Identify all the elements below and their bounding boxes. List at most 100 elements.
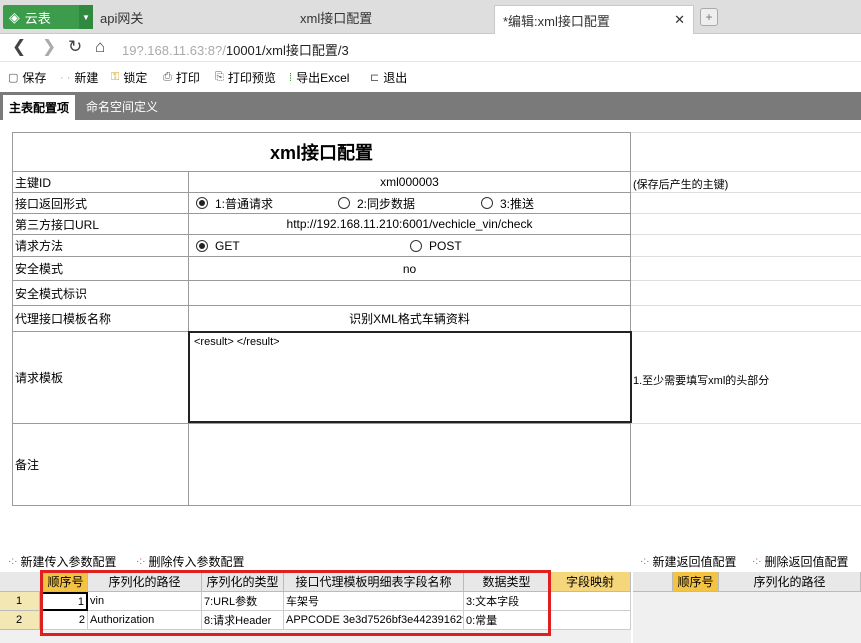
tab-xml-config[interactable]: xml接口配置 bbox=[300, 5, 490, 29]
tab-label: xml接口配置 bbox=[300, 10, 373, 26]
pk-value: xml000003 bbox=[380, 175, 439, 189]
delete-return-value-button[interactable]: ·:· 删除返回值配置 bbox=[752, 553, 848, 570]
new-return-value-button[interactable]: ·:· 新建返回值配置 bbox=[640, 553, 736, 570]
row-method: 请求方法 GET POST bbox=[12, 235, 631, 257]
home-icon[interactable]: ⌂ bbox=[95, 37, 105, 57]
pk-note: (保存后产生的主键) bbox=[633, 179, 729, 191]
safe-id-value[interactable] bbox=[189, 281, 630, 305]
radio-label: 3:推送 bbox=[500, 196, 535, 211]
minus-icon: ·:· bbox=[752, 556, 762, 567]
print-button[interactable]: ⎙ 打印 bbox=[163, 69, 200, 86]
url-label: 第三方接口URL bbox=[13, 214, 189, 234]
radio-normal-request[interactable]: 1:普通请求 bbox=[196, 193, 273, 213]
excel-icon: ⁞ bbox=[289, 71, 293, 84]
tab-edit-xml-config[interactable]: *编辑:xml接口配置 ✕ bbox=[494, 5, 694, 34]
proxy-template-value[interactable]: 识别XML格式车辆资料 bbox=[189, 306, 630, 331]
print-preview-icon: ⎘ bbox=[215, 71, 224, 83]
safe-mode-label: 安全模式 bbox=[13, 257, 189, 280]
row-number[interactable]: 1 bbox=[0, 592, 40, 611]
remark-value[interactable] bbox=[189, 424, 630, 505]
url-path: 10001/xml接口配置/3 bbox=[225, 43, 349, 58]
refresh-icon[interactable]: ↻ bbox=[68, 37, 82, 57]
col-header-field-mapping[interactable]: 字段映射 bbox=[550, 572, 631, 592]
plus-icon: ·:· bbox=[640, 556, 650, 567]
row-number[interactable]: 2 bbox=[0, 611, 40, 630]
remark-label: 备注 bbox=[13, 424, 189, 505]
new-input-param-label: 新建传入参数配置 bbox=[20, 555, 117, 569]
radio-unchecked-icon bbox=[410, 239, 422, 252]
radio-sync-data[interactable]: 2:同步数据 bbox=[338, 193, 415, 213]
row-return-type: 接口返回形式 1:普通请求 2:同步数据 3:推送 bbox=[12, 193, 631, 214]
side-cell bbox=[631, 281, 861, 306]
minus-icon: ·:· bbox=[136, 556, 146, 567]
new-input-param-button[interactable]: ·:· 新建传入参数配置 bbox=[8, 553, 116, 570]
request-template-textarea[interactable]: <result> </result> bbox=[188, 331, 632, 423]
exit-icon: ⊏ bbox=[370, 72, 380, 84]
exit-button[interactable]: ⊏ 退出 bbox=[370, 69, 407, 86]
export-excel-button[interactable]: ⁞ 导出Excel bbox=[289, 69, 349, 86]
back-icon[interactable]: ❮ bbox=[12, 37, 26, 57]
tab-label: *编辑:xml接口配置 bbox=[503, 13, 610, 29]
app-logo-button[interactable]: ◈ 云表 ▼ bbox=[3, 5, 93, 29]
print-label: 打印 bbox=[175, 71, 200, 85]
col-header-order[interactable]: 顺序号 bbox=[673, 572, 719, 592]
print-preview-label: 打印预览 bbox=[227, 71, 276, 85]
pk-label: 主键ID bbox=[13, 172, 189, 192]
tab-namespace[interactable]: 命名空间定义 bbox=[80, 92, 164, 120]
print-preview-button[interactable]: ⎘ 打印预览 bbox=[215, 69, 276, 86]
side-cell bbox=[631, 235, 861, 257]
new-label: 新建 bbox=[74, 71, 99, 85]
plus-icon: + bbox=[705, 10, 713, 24]
highlight-box bbox=[40, 570, 551, 636]
new-return-value-label: 新建返回值配置 bbox=[652, 555, 737, 569]
radio-post[interactable]: POST bbox=[410, 235, 462, 256]
tab-label: api网关 bbox=[100, 10, 144, 26]
new-button[interactable]: · · 新建 bbox=[60, 69, 98, 86]
new-icon: · · bbox=[60, 71, 71, 84]
method-label: 请求方法 bbox=[13, 235, 189, 256]
delete-return-value-label: 删除返回值配置 bbox=[764, 555, 849, 569]
side-cell bbox=[631, 424, 861, 506]
radio-get[interactable]: GET bbox=[196, 235, 240, 256]
tab-api-gateway[interactable]: api网关 bbox=[100, 5, 290, 29]
url-value[interactable]: http://192.168.11.210:6001/vechicle_vin/… bbox=[189, 214, 630, 234]
url-host: 19?.168.11.63:8?/ bbox=[122, 43, 226, 58]
request-template-label: 请求模板 bbox=[13, 332, 189, 423]
browser-tab-strip: ◈ 云表 ▼ api网关 xml接口配置 *编辑:xml接口配置 ✕ + bbox=[0, 0, 861, 34]
close-icon[interactable]: ✕ bbox=[674, 12, 685, 28]
plus-icon: ·:· bbox=[8, 556, 18, 567]
delete-input-param-button[interactable]: ·:· 删除传入参数配置 bbox=[136, 553, 244, 570]
row-safe-id: 安全模式标识 bbox=[12, 281, 631, 306]
tab-main-config[interactable]: 主表配置项 bbox=[3, 95, 76, 120]
side-cell bbox=[631, 132, 861, 172]
radio-unchecked-icon bbox=[338, 197, 350, 209]
exit-label: 退出 bbox=[383, 71, 408, 85]
form-title-row: xml接口配置 bbox=[12, 132, 631, 172]
safe-mode-value[interactable]: no bbox=[189, 257, 630, 280]
radio-checked-icon bbox=[196, 239, 208, 252]
radio-label: 2:同步数据 bbox=[357, 196, 416, 211]
lock-label: 锁定 bbox=[123, 71, 148, 85]
side-cell bbox=[631, 257, 861, 281]
save-button[interactable]: ▢ 保存 bbox=[8, 69, 46, 86]
new-tab-button[interactable]: + bbox=[700, 8, 718, 26]
radio-push[interactable]: 3:推送 bbox=[481, 193, 534, 213]
cell-field-mapping[interactable] bbox=[550, 592, 631, 611]
radio-unchecked-icon bbox=[481, 197, 493, 209]
cell-field-mapping[interactable] bbox=[550, 611, 631, 630]
row-request-template: 请求模板 <result> </result> bbox=[12, 331, 632, 424]
side-cell bbox=[631, 214, 861, 235]
side-cell bbox=[631, 193, 861, 214]
lock-button[interactable]: ⚿ 锁定 bbox=[111, 69, 147, 86]
row-remark: 备注 bbox=[12, 424, 631, 506]
row-pk: 主键ID xml000003 bbox=[12, 172, 631, 193]
col-header-path[interactable]: 序列化的路径 bbox=[719, 572, 861, 592]
delete-input-param-label: 删除传入参数配置 bbox=[148, 555, 245, 569]
section-tabs: 主表配置项 命名空间定义 bbox=[0, 92, 861, 120]
chevron-down-icon[interactable]: ▼ bbox=[79, 5, 93, 29]
print-icon: ⎙ bbox=[163, 71, 172, 83]
radio-label: GET bbox=[215, 238, 240, 253]
logo-icon: ◈ bbox=[9, 8, 20, 25]
url-field[interactable]: 19?.168.11.63:8?/10001/xml接口配置/3 bbox=[122, 40, 349, 59]
forward-icon[interactable]: ❯ bbox=[42, 37, 56, 57]
